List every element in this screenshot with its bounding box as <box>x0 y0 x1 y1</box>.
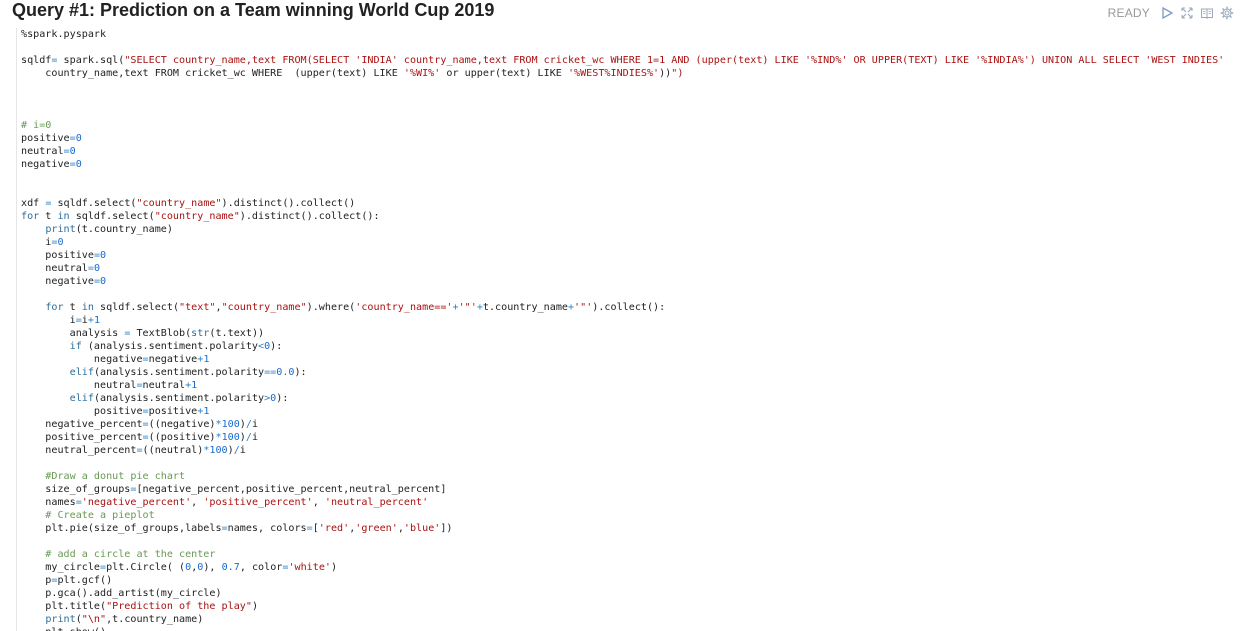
code-editor[interactable]: %spark.pyspark sqldf= spark.sql("SELECT … <box>16 28 1239 631</box>
code-line[interactable]: sqldf= spark.sql("SELECT country_name,te… <box>21 54 1239 67</box>
code-line[interactable]: positive=0 <box>21 132 1239 145</box>
code-line[interactable]: negative=negative+1 <box>21 353 1239 366</box>
code-line[interactable]: neutral=0 <box>21 145 1239 158</box>
code-line[interactable] <box>21 457 1239 470</box>
code-line[interactable] <box>21 288 1239 301</box>
code-line[interactable]: neutral=0 <box>21 262 1239 275</box>
code-line[interactable]: negative_percent=((negative)*100)/i <box>21 418 1239 431</box>
code-line[interactable]: positive=positive+1 <box>21 405 1239 418</box>
code-line[interactable]: country_name,text FROM cricket_wc WHERE … <box>21 67 1239 80</box>
gear-icon[interactable] <box>1220 6 1234 20</box>
code-line[interactable]: neutral_percent=((neutral)*100)/i <box>21 444 1239 457</box>
code-line[interactable] <box>21 535 1239 548</box>
code-line[interactable]: names='negative_percent', 'positive_perc… <box>21 496 1239 509</box>
run-icon[interactable] <box>1160 6 1174 20</box>
code-line[interactable]: # Create a pieplot <box>21 509 1239 522</box>
code-line[interactable]: # i=0 <box>21 119 1239 132</box>
code-line[interactable] <box>21 171 1239 184</box>
code-line[interactable]: positive_percent=((positive)*100)/i <box>21 431 1239 444</box>
code-line[interactable]: my_circle=plt.Circle( (0,0), 0.7, color=… <box>21 561 1239 574</box>
code-line[interactable]: size_of_groups=[negative_percent,positiv… <box>21 483 1239 496</box>
paragraph-controls: READY <box>1108 6 1234 20</box>
code-line[interactable] <box>21 93 1239 106</box>
code-line[interactable] <box>21 41 1239 54</box>
code-line[interactable]: negative=0 <box>21 158 1239 171</box>
expand-icon[interactable] <box>1180 6 1194 20</box>
code-line[interactable]: print(t.country_name) <box>21 223 1239 236</box>
code-line[interactable]: analysis = TextBlob(str(t.text)) <box>21 327 1239 340</box>
code-line[interactable]: p=plt.gcf() <box>21 574 1239 587</box>
code-text[interactable]: %spark.pyspark sqldf= spark.sql("SELECT … <box>17 28 1239 631</box>
code-line[interactable]: for t in sqldf.select("country_name").di… <box>21 210 1239 223</box>
code-line[interactable]: #Draw a donut pie chart <box>21 470 1239 483</box>
code-line[interactable]: plt.show() <box>21 626 1239 631</box>
code-line[interactable]: if (analysis.sentiment.polarity<0): <box>21 340 1239 353</box>
code-line[interactable]: negative=0 <box>21 275 1239 288</box>
code-line[interactable]: elif(analysis.sentiment.polarity>0): <box>21 392 1239 405</box>
code-line[interactable]: %spark.pyspark <box>21 28 1239 41</box>
code-line[interactable]: xdf = sqldf.select("country_name").disti… <box>21 197 1239 210</box>
code-line[interactable]: positive=0 <box>21 249 1239 262</box>
code-line[interactable]: i=i+1 <box>21 314 1239 327</box>
code-line[interactable]: p.gca().add_artist(my_circle) <box>21 587 1239 600</box>
notebook-paragraph: Query #1: Prediction on a Team winning W… <box>0 0 1254 631</box>
status-label: READY <box>1107 6 1150 20</box>
code-line[interactable]: plt.pie(size_of_groups,labels=names, col… <box>21 522 1239 535</box>
code-line[interactable] <box>21 80 1239 93</box>
code-line[interactable] <box>21 106 1239 119</box>
code-line[interactable]: neutral=neutral+1 <box>21 379 1239 392</box>
paragraph-title[interactable]: Query #1: Prediction on a Team winning W… <box>12 0 494 21</box>
code-line[interactable]: elif(analysis.sentiment.polarity==0.0): <box>21 366 1239 379</box>
code-line[interactable] <box>21 184 1239 197</box>
book-icon[interactable] <box>1200 6 1214 20</box>
code-line[interactable]: # add a circle at the center <box>21 548 1239 561</box>
code-line[interactable]: for t in sqldf.select("text","country_na… <box>21 301 1239 314</box>
code-line[interactable]: plt.title("Prediction of the play") <box>21 600 1239 613</box>
code-line[interactable]: i=0 <box>21 236 1239 249</box>
code-line[interactable]: print("\n",t.country_name) <box>21 613 1239 626</box>
